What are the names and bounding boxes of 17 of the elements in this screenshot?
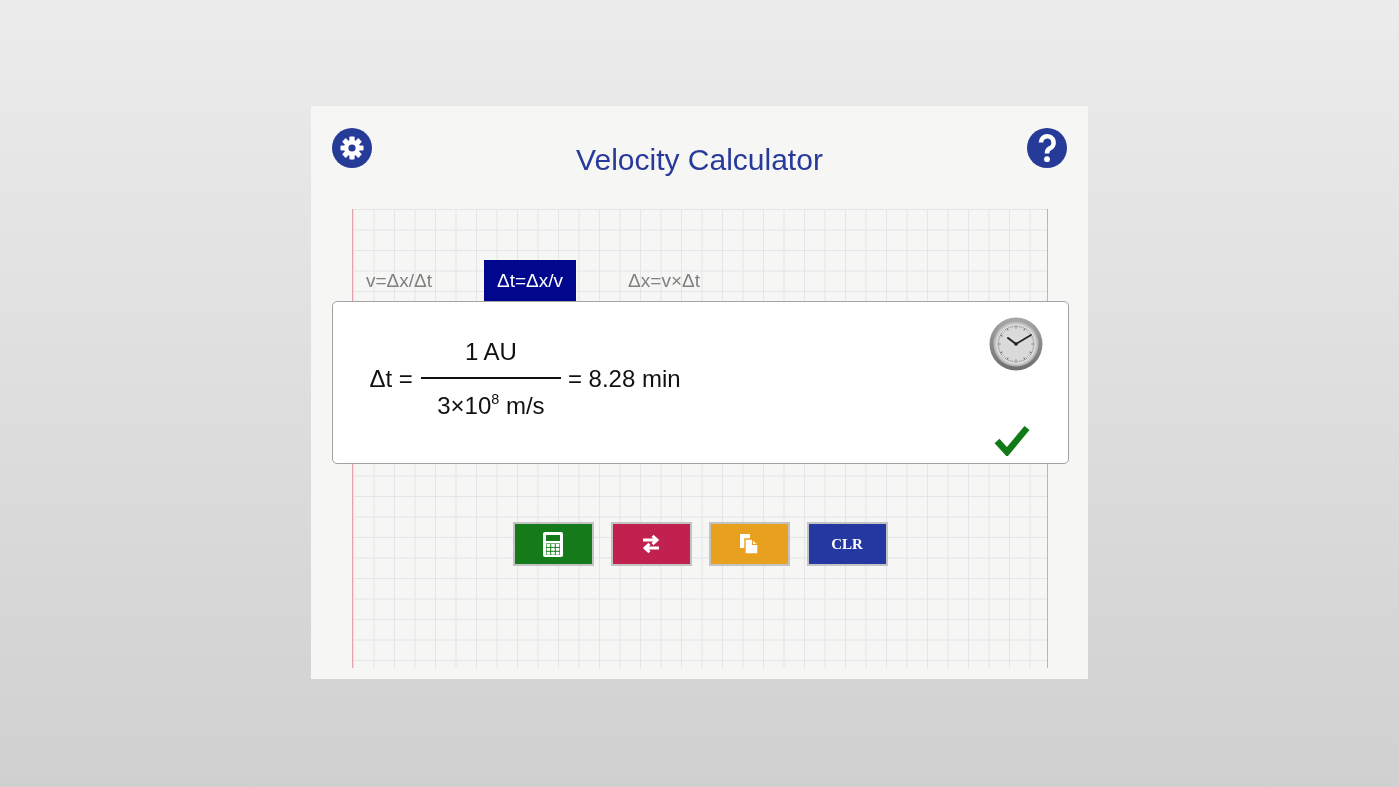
clock-icon[interactable] bbox=[988, 317, 1043, 371]
equation-result: = 8.28 min bbox=[567, 363, 681, 394]
copy-icon bbox=[740, 534, 758, 554]
app-title: Velocity Calculator bbox=[576, 142, 823, 178]
calculator-icon bbox=[543, 531, 563, 557]
calculate-button[interactable] bbox=[512, 522, 594, 566]
formula-tab[interactable]: Δx=v×Δt bbox=[615, 260, 713, 301]
fraction-numerator: 1 AU bbox=[464, 336, 517, 367]
swap-button[interactable] bbox=[610, 522, 692, 566]
fraction-denominator: 3×10$^{8}$ m/s bbox=[437, 389, 545, 421]
formula-tab[interactable]: Δt=Δx/v bbox=[484, 260, 577, 301]
settings-icon[interactable] bbox=[332, 128, 372, 168]
help-icon[interactable] bbox=[1027, 128, 1067, 168]
formula-tab[interactable]: v=Δx/Δt bbox=[353, 260, 446, 301]
clear-button[interactable]: CLR bbox=[806, 522, 888, 566]
swap-arrows-icon bbox=[640, 534, 662, 554]
equation-left-side: Δt = bbox=[369, 363, 413, 394]
